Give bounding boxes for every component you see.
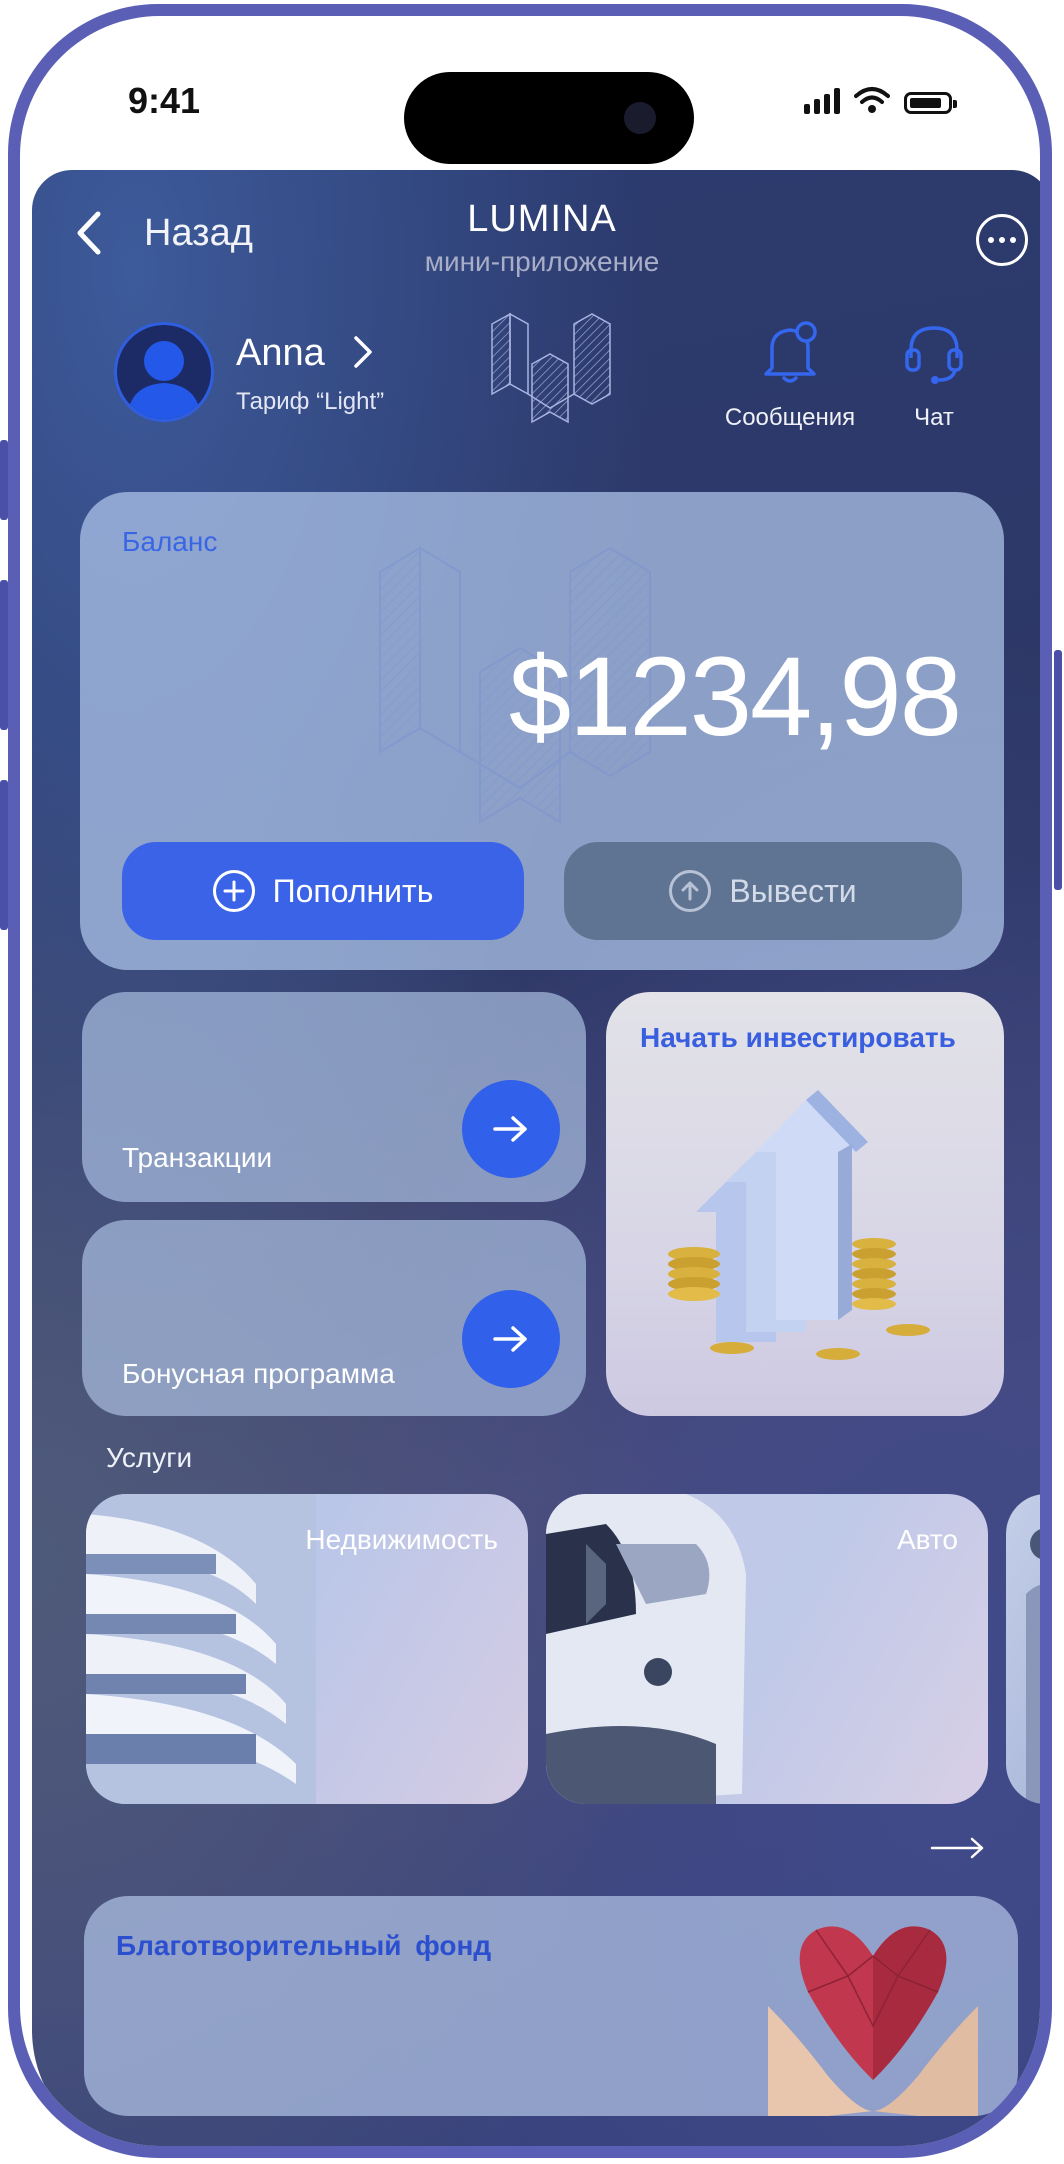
- coin-stack-icon: [852, 1238, 896, 1310]
- transactions-tile[interactable]: Транзакции: [82, 992, 586, 1202]
- chat-label: Чат: [914, 404, 954, 431]
- chevron-right-icon[interactable]: [350, 332, 376, 372]
- lumina-logo-icon: [491, 312, 611, 424]
- plus-circle-icon: [212, 870, 255, 912]
- deposit-label: Пополнить: [272, 872, 434, 909]
- balance-label: Баланс: [122, 526, 218, 557]
- growth-arrows-illustration: [668, 1090, 930, 1360]
- power-button: [1054, 650, 1062, 890]
- car-illustration: [546, 1494, 746, 1804]
- arrow-up-circle-icon: [669, 870, 712, 912]
- coin-stack-icon: [668, 1247, 720, 1301]
- mini-app-screen: Назад LUMINA мини-приложение Anna Тариф …: [32, 170, 1040, 2146]
- app-subtitle: мини-приложение: [424, 246, 660, 277]
- start-investing-card[interactable]: Начать инвестировать: [606, 992, 1004, 1416]
- more-dot-icon: [999, 237, 1005, 243]
- charity-fund-title: Благотворительный фонд: [116, 1930, 492, 1961]
- transactions-arrow-button[interactable]: [462, 1080, 560, 1178]
- bell-icon: [764, 321, 817, 383]
- balance-card: Баланс $1234,98 Пополнить Вывести: [80, 492, 1004, 970]
- messages-action[interactable]: Сообщения: [720, 320, 860, 432]
- withdraw-label: Вывести: [729, 872, 857, 909]
- battery-icon: [904, 92, 957, 114]
- services-title: Услуги: [106, 1442, 193, 1473]
- withdraw-button[interactable]: Вывести: [564, 842, 962, 940]
- volume-up-button: [0, 580, 8, 730]
- real-estate-label: Недвижимость: [305, 1524, 498, 1555]
- avatar[interactable]: [114, 322, 214, 422]
- dynamic-island: [404, 72, 694, 164]
- auto-label: Авто: [896, 1524, 958, 1555]
- messages-label: Сообщения: [724, 404, 856, 431]
- more-dot-icon: [988, 237, 994, 243]
- phone-screen-area: 9:41 Назад LUMINA мини-приложение Anna Т…: [20, 16, 1040, 2146]
- building-illustration: [86, 1494, 316, 1804]
- user-name[interactable]: Anna: [236, 332, 325, 375]
- bonus-program-label: Бонусная программа: [122, 1358, 395, 1389]
- more-options-button[interactable]: [976, 214, 1028, 266]
- front-camera: [624, 102, 656, 134]
- volume-down-button: [0, 780, 8, 930]
- charity-fund-card[interactable]: Благотворительный фонд: [84, 1896, 1018, 2116]
- app-title: LUMINA: [467, 198, 617, 240]
- service-card-partial[interactable]: [1006, 1494, 1040, 1804]
- status-time: 9:41: [128, 80, 201, 121]
- side-button: [0, 440, 8, 520]
- deposit-button[interactable]: Пополнить: [122, 842, 524, 940]
- user-silhouette-icon: [127, 341, 201, 419]
- arrow-right-icon[interactable]: [930, 1836, 986, 1860]
- user-plan: Тариф “Light”: [236, 388, 385, 415]
- status-bar: 9:41: [20, 16, 1040, 176]
- person-photo-icon: [1026, 1529, 1040, 1804]
- wifi-icon: [854, 87, 890, 113]
- arrow-right-icon: [493, 1116, 527, 1142]
- bonus-program-tile[interactable]: Бонусная программа: [82, 1220, 586, 1416]
- cellular-signal-icon: [804, 88, 840, 114]
- heart-in-hands-illustration: [768, 1926, 978, 2116]
- transactions-label: Транзакции: [122, 1142, 273, 1173]
- chat-action[interactable]: Чат: [874, 320, 994, 432]
- more-dot-icon: [1010, 237, 1016, 243]
- bonus-arrow-button[interactable]: [462, 1290, 560, 1388]
- headset-icon: [905, 326, 963, 384]
- phone-frame: 9:41 Назад LUMINA мини-приложение Anna Т…: [8, 4, 1052, 2158]
- arrow-right-icon: [493, 1326, 527, 1352]
- status-icons: [804, 86, 957, 114]
- service-card-auto[interactable]: Авто: [546, 1494, 988, 1804]
- balance-amount: $1234,98: [508, 634, 962, 759]
- service-card-real-estate[interactable]: Недвижимость: [86, 1494, 528, 1804]
